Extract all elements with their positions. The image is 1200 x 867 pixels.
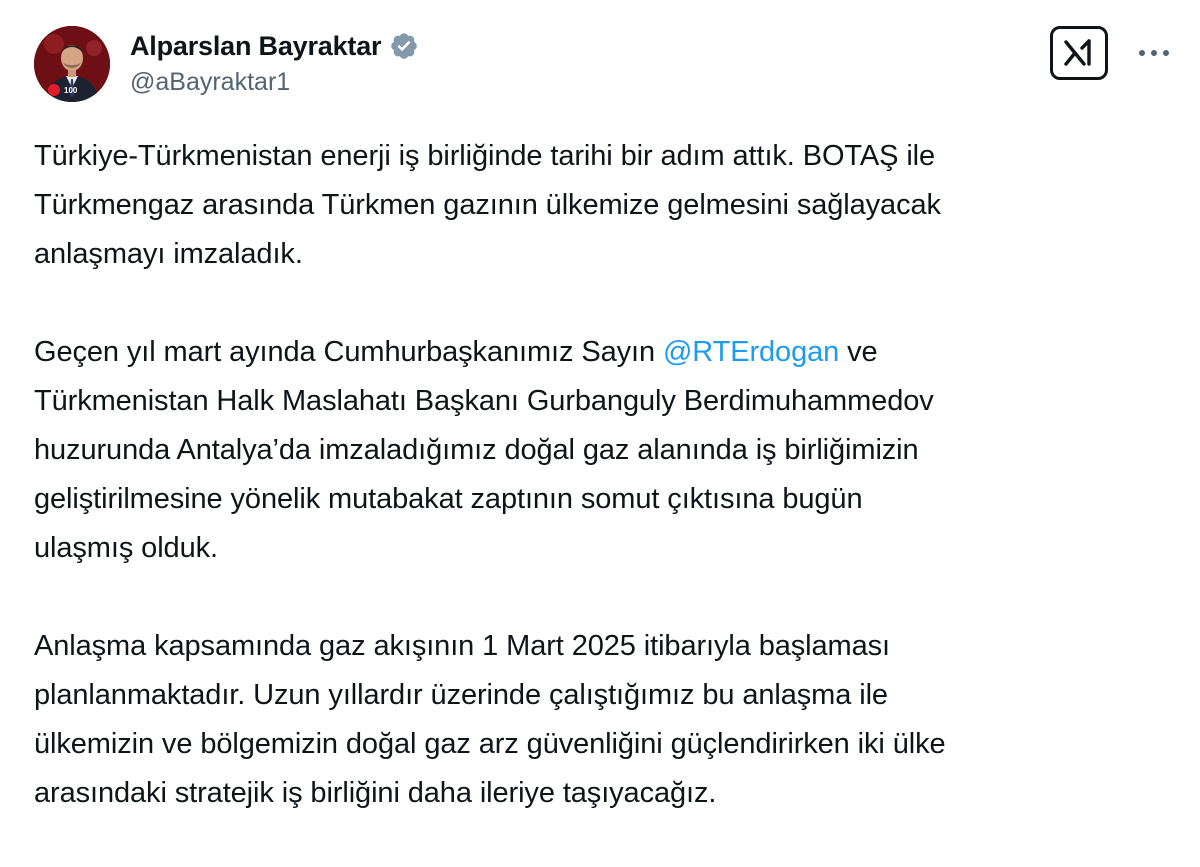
avatar-badge-text: 100 (64, 86, 78, 95)
tweet-text: Türkiye-Türkmenistan enerji iş birliğind… (34, 132, 1174, 867)
text-line-with-mention: Geçen yıl mart ayında Cumhurbaşkanımız S… (34, 328, 1174, 377)
tweet-card: 100 Alparslan Bayraktar @aBayraktar1 Tür… (0, 0, 1200, 825)
text-line: huzurunda Antalya’da imzaladığımız doğal… (34, 434, 919, 466)
author-handle[interactable]: @aBayraktar1 (130, 68, 419, 97)
text-line: planlanmaktadır. Uzun yıllardır üzerinde… (34, 679, 888, 711)
verified-badge-icon[interactable] (389, 31, 419, 61)
tweet-paragraph-1: Türkiye-Türkmenistan enerji iş birliğind… (34, 132, 1174, 279)
display-name-row: Alparslan Bayraktar (130, 28, 419, 64)
display-name[interactable]: Alparslan Bayraktar (130, 31, 382, 62)
mention-link[interactable]: @RTErdogan (663, 336, 839, 368)
text-line: Anlaşma kapsamında gaz akışının 1 Mart 2… (34, 630, 890, 662)
author-names: Alparslan Bayraktar @aBayraktar1 (130, 28, 419, 97)
text-line: Türkiye-Türkmenistan enerji iş birliğind… (34, 140, 936, 172)
text-line: ulaşmış olduk. (34, 532, 218, 564)
avatar-photo: 100 (34, 26, 110, 102)
text-line: arasındaki stratejik iş birliğini daha i… (34, 777, 717, 809)
avatar[interactable]: 100 (34, 26, 110, 102)
more-horizontal-icon (1139, 50, 1169, 56)
text-line: Türkmengaz arasında Türkmen gazının ülke… (34, 189, 941, 221)
text-segment: ve (839, 336, 878, 368)
text-line: anlaşmayı imzaladık. (34, 238, 303, 270)
text-line: geliştirilmesine yönelik mutabakat zaptı… (34, 483, 863, 515)
tweet-header: 100 Alparslan Bayraktar @aBayraktar1 (34, 26, 1174, 106)
grok-logo-icon (1064, 39, 1091, 66)
grok-button[interactable] (1050, 26, 1108, 80)
text-segment: Geçen yıl mart ayında Cumhurbaşkanımız S… (34, 336, 663, 368)
tweet-paragraph-3: Anlaşma kapsamında gaz akışının 1 Mart 2… (34, 622, 1174, 818)
text-line: Türkmenistan Halk Maslahatı Başkanı Gurb… (34, 385, 934, 417)
more-options-button[interactable] (1134, 36, 1174, 70)
text-line: ülkemizin ve bölgemizin doğal gaz arz gü… (34, 728, 946, 760)
tweet-paragraph-2: Geçen yıl mart ayında Cumhurbaşkanımız S… (34, 328, 1174, 573)
